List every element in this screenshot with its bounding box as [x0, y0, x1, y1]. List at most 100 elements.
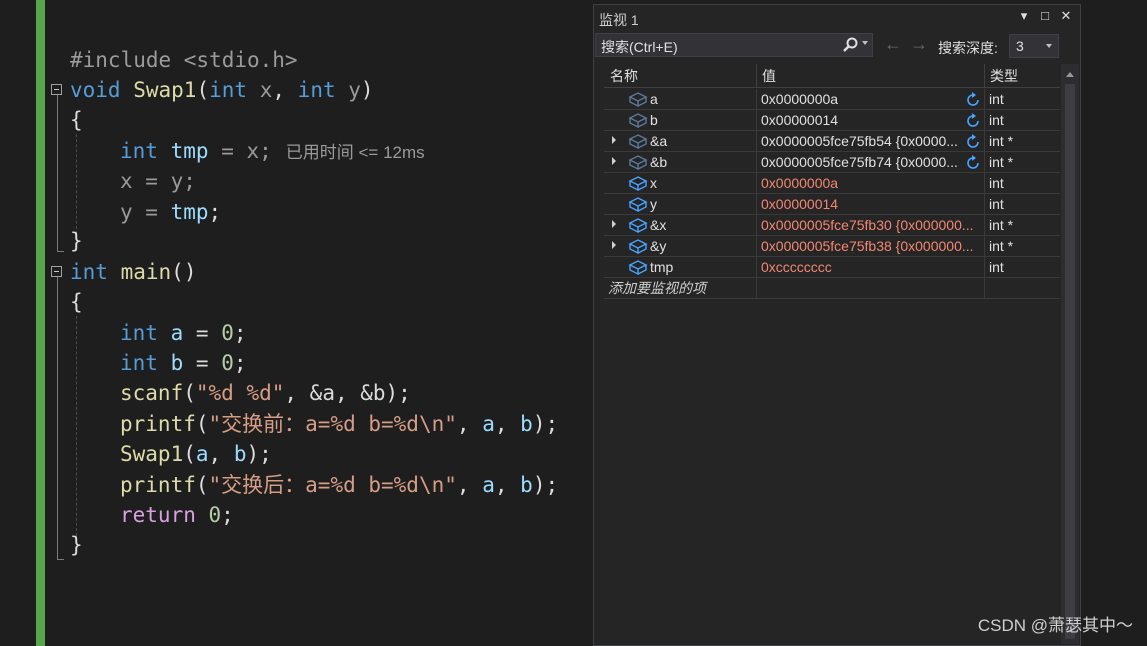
column-divider[interactable] [756, 64, 757, 88]
watch-row[interactable]: &y 0x0000005fce75fb38 {0x000000... int * [604, 236, 1060, 257]
watch-row-name[interactable]: &y [650, 236, 750, 256]
watch-row[interactable]: tmp 0xcccccccc int [604, 257, 1060, 278]
watch-row-name[interactable]: &x [650, 215, 750, 235]
watch-row-value[interactable]: 0x0000000a [761, 173, 981, 193]
fold-line-swap1 [57, 95, 58, 251]
watch-row[interactable]: a 0x0000000a int [604, 89, 1060, 110]
fold-end-swap1 [57, 251, 64, 252]
variable-icon [628, 154, 648, 175]
variable-icon [628, 217, 648, 238]
perf-tip-elapsed[interactable]: 已用时间 <= 12ms [286, 143, 425, 162]
variable-icon [628, 238, 648, 259]
column-divider[interactable] [984, 64, 985, 88]
column-divider [756, 278, 757, 299]
code-line-3: { [70, 108, 83, 132]
maximize-icon[interactable]: □ [1037, 8, 1053, 23]
column-header-type[interactable]: 类型 [990, 64, 1018, 88]
column-divider [756, 89, 757, 110]
code-line-10: int a = 0; [120, 321, 247, 345]
watch-row-value[interactable]: 0x00000014 [761, 110, 961, 130]
variable-icon [628, 133, 648, 154]
code-line-16: return 0; [120, 503, 234, 527]
expand-arrow-icon[interactable] [612, 136, 616, 144]
code-line-13: printf("交换前：a=%d b=%d\n", a, b); [120, 412, 559, 436]
scroll-up-icon[interactable] [1066, 72, 1074, 77]
watch-row[interactable]: b 0x00000014 int [604, 110, 1060, 131]
code-line-7: } [70, 229, 83, 253]
watch-row-name[interactable]: x [650, 173, 750, 193]
column-divider [756, 173, 757, 194]
expand-arrow-icon[interactable] [612, 241, 616, 249]
watch-row-type: int [989, 259, 1004, 275]
watch-row[interactable]: x 0x0000000a int [604, 173, 1060, 194]
scrollbar-thumb[interactable] [1065, 84, 1075, 639]
window-dropdown-icon[interactable]: ▾ [1016, 8, 1032, 24]
watch-row-name[interactable]: tmp [650, 257, 750, 277]
watermark: CSDN @萧瑟其中～ [977, 616, 1133, 635]
watch-row-value[interactable]: 0x00000014 [761, 194, 981, 214]
watch-row[interactable]: &a 0x0000005fce75fb54 {0x0000... int * [604, 131, 1060, 152]
column-header-value[interactable]: 值 [762, 64, 776, 88]
column-divider [756, 257, 757, 278]
code-line-8: int main() [70, 260, 197, 284]
watch-row-type: int [989, 196, 1004, 212]
watch-row-type: int * [989, 238, 1014, 254]
watch-row-value[interactable]: 0x0000005fce75fb38 {0x000000... [761, 236, 981, 256]
column-divider [756, 152, 757, 173]
search-depth-label: 搜索深度: [938, 40, 998, 56]
watch-row-value[interactable]: 0x0000005fce75fb54 {0x0000... [761, 131, 961, 151]
search-previous-icon[interactable]: ← [884, 34, 902, 55]
watch-row-value[interactable]: 0x0000005fce75fb30 {0x000000... [761, 215, 981, 235]
column-divider [756, 131, 757, 152]
fold-toggle-main[interactable] [51, 266, 62, 277]
fold-end-main [57, 559, 64, 560]
search-depth-value: 3 [1016, 38, 1024, 54]
watch-row-name[interactable]: &b [650, 152, 750, 172]
column-divider [756, 236, 757, 257]
add-watch-item[interactable]: 添加要监视的项 [608, 278, 754, 298]
search-icon[interactable] [841, 36, 859, 54]
chevron-down-icon [1046, 44, 1052, 48]
watch-row-type: int * [989, 154, 1014, 170]
variable-icon [628, 112, 648, 133]
watch-row[interactable]: &b 0x0000005fce75fb74 {0x0000... int * [604, 152, 1060, 173]
search-depth-select[interactable]: 3 [1009, 34, 1059, 58]
watch-row-name[interactable]: a [650, 89, 750, 109]
search-placeholder: 搜索(Ctrl+E) [601, 39, 678, 55]
code-editor[interactable]: #include <stdio.h> void Swap1(int x, int… [0, 0, 593, 646]
add-watch-row[interactable]: 添加要监视的项 [604, 278, 1060, 299]
code-line-9: { [70, 290, 83, 314]
search-input[interactable]: 搜索(Ctrl+E) [595, 33, 873, 57]
code-line-1: #include <stdio.h> [70, 48, 298, 72]
search-next-icon[interactable]: → [910, 34, 928, 55]
watch-row-name[interactable]: b [650, 110, 750, 130]
expand-arrow-icon[interactable] [612, 220, 616, 228]
expand-arrow-icon[interactable] [612, 157, 616, 165]
column-divider [984, 215, 985, 236]
column-divider [756, 194, 757, 215]
watch-row-name[interactable]: y [650, 194, 750, 214]
code-line-2: void Swap1(int x, int y) [70, 78, 374, 102]
column-divider [756, 110, 757, 131]
column-divider [984, 110, 985, 131]
watch-row-value[interactable]: 0x0000000a [761, 89, 961, 109]
column-divider [756, 215, 757, 236]
close-icon[interactable]: ✕ [1058, 8, 1074, 24]
watch-row-type: int * [989, 133, 1014, 149]
code-line-17: } [70, 533, 83, 557]
vertical-scrollbar[interactable] [1061, 64, 1079, 644]
search-options-dropdown-icon[interactable] [862, 41, 868, 45]
code-line-12: scanf("%d %d", &a, &b); [120, 381, 411, 405]
watch-row-value[interactable]: 0xcccccccc [761, 257, 981, 277]
column-header-name[interactable]: 名称 [610, 64, 638, 88]
code-line-5: x = y; [120, 169, 196, 193]
fold-line-main [57, 277, 58, 559]
fold-toggle-swap1[interactable] [51, 84, 62, 95]
variable-icon [628, 196, 648, 217]
watch-row[interactable]: &x 0x0000005fce75fb30 {0x000000... int * [604, 215, 1060, 236]
change-tracking-bar [36, 0, 45, 646]
watch-row-value[interactable]: 0x0000005fce75fb74 {0x0000... [761, 152, 961, 172]
watch-row[interactable]: y 0x00000014 int [604, 194, 1060, 215]
watch-title-bar[interactable]: 监视 1 ▾ □ ✕ [594, 5, 1080, 31]
watch-row-name[interactable]: &a [650, 131, 750, 151]
